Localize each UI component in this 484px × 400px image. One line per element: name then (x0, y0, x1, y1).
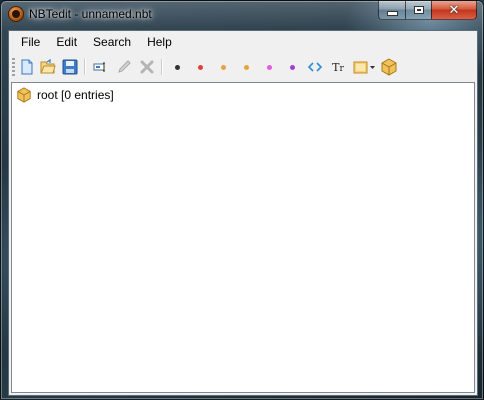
add-byte-array-tag-button[interactable] (306, 58, 324, 76)
add-string-tag-icon: Tr (332, 60, 344, 74)
delete-button[interactable] (138, 58, 156, 76)
maximize-icon (413, 6, 424, 14)
tag-tree[interactable]: root [0 entries] (11, 82, 475, 393)
add-compound-tag-button[interactable] (380, 58, 398, 76)
toolbar-grip[interactable] (12, 58, 15, 76)
add-string-tag-button[interactable]: Tr (329, 58, 347, 76)
minimize-button[interactable] (378, 1, 405, 20)
toolbar: Tr (9, 54, 477, 81)
add-float-tag-button[interactable] (260, 58, 278, 76)
add-int-tag-icon (220, 64, 226, 70)
add-long-tag-icon (243, 64, 249, 70)
tree-root-label: root [0 entries] (37, 88, 114, 102)
add-double-tag-button[interactable] (283, 58, 301, 76)
add-byte-tag-button[interactable] (168, 58, 186, 76)
rename-button[interactable] (91, 58, 109, 76)
close-button[interactable]: ✕ (431, 1, 477, 20)
title-bar[interactable]: NBTedit - unnamed.nbt ✕ (1, 1, 483, 29)
app-icon[interactable] (8, 6, 24, 22)
menu-file[interactable]: File (13, 31, 48, 52)
minimize-icon (386, 10, 398, 16)
open-folder-icon (40, 59, 56, 74)
add-short-tag-button[interactable] (191, 58, 209, 76)
delete-icon (140, 60, 154, 74)
menu-help[interactable]: Help (139, 31, 180, 52)
add-compound-tag-icon (381, 58, 397, 76)
add-long-tag-button[interactable] (237, 58, 255, 76)
menu-search[interactable]: Search (85, 31, 139, 52)
open-button[interactable] (39, 58, 57, 76)
compound-tag-icon (17, 87, 31, 103)
rename-icon (93, 62, 105, 72)
add-list-tag-icon (353, 61, 375, 74)
tree-root-node[interactable]: root [0 entries] (16, 87, 114, 103)
add-float-tag-icon (266, 64, 272, 70)
save-button[interactable] (61, 58, 79, 76)
toolbar-separator (84, 59, 86, 75)
add-list-tag-button[interactable] (351, 58, 377, 76)
save-icon (62, 59, 78, 75)
client-area: File Edit Search Help Tr root [0 entries… (8, 30, 478, 396)
add-int-tag-button[interactable] (214, 58, 232, 76)
add-byte-array-tag-icon (307, 62, 323, 72)
caption-buttons: ✕ (378, 1, 477, 21)
window-title: NBTedit - unnamed.nbt (29, 7, 152, 21)
new-file-icon (21, 59, 33, 75)
menu-edit[interactable]: Edit (48, 31, 85, 52)
menu-bar: File Edit Search Help (9, 31, 477, 52)
add-byte-tag-icon (174, 64, 180, 70)
new-file-button[interactable] (18, 58, 36, 76)
app-window: NBTedit - unnamed.nbt ✕ File Edit Search… (0, 0, 484, 400)
maximize-button[interactable] (405, 1, 431, 20)
edit-pencil-icon (118, 60, 131, 73)
add-double-tag-icon (289, 64, 295, 70)
close-icon: ✕ (448, 2, 460, 18)
edit-button[interactable] (115, 58, 133, 76)
toolbar-separator (161, 59, 163, 75)
add-short-tag-icon (197, 64, 203, 70)
